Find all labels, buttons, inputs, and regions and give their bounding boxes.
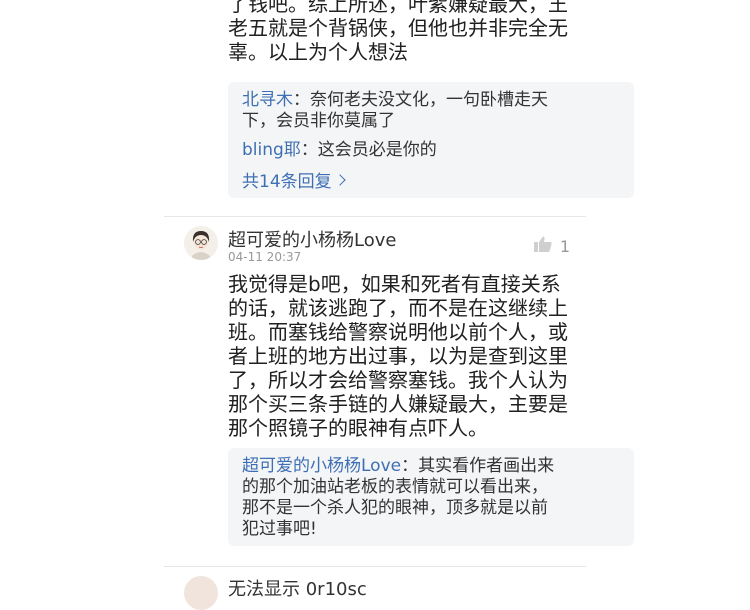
reply-item[interactable]: 北寻木：奈何老夫没文化，一句卧槽走天 [228, 90, 634, 111]
reply-text: ：其实看作者画出来 [401, 456, 555, 476]
divider [164, 216, 586, 217]
text-line: 老五就是个背锅侠，但他也并非完全无 [228, 16, 568, 40]
like-count: 1 [559, 236, 570, 256]
reply-author[interactable]: bling耶 [242, 140, 301, 160]
reply-author[interactable]: 北寻木 [242, 90, 293, 110]
text-line: 了，所以才会给警察塞钱。我个人认为 [228, 368, 568, 392]
text-line: 那个照镜子的眼神有点吓人。 [228, 416, 488, 440]
reply-text: ：这会员必是你的 [300, 140, 437, 160]
text-line: 那个买三条手链的人嫌疑最大，主要是 [228, 392, 568, 416]
comment-username[interactable]: 超可爱的小杨杨Love [228, 226, 396, 252]
reply-box: 超可爱的小杨杨Love：其实看作者画出来 的那个加油站老板的表情就可以看出来， … [228, 448, 634, 546]
avatar[interactable] [184, 576, 218, 610]
avatar[interactable] [184, 226, 218, 260]
reply-text: ：奈何老夫没文化，一句卧槽走天 [293, 90, 548, 110]
text-line: 的话，就该逃跑了，而不是在这继续上 [228, 296, 568, 320]
thumbs-up-icon [533, 236, 552, 256]
comment-time: 04-11 20:37 [228, 250, 302, 264]
text-line: 者上班的地方出过事，以为是查到这里 [228, 344, 568, 368]
reply-text: 那不是一个杀人犯的眼神，顶多就是以前 [242, 498, 548, 518]
reply-text: 下，会员非你莫属了 [242, 111, 395, 131]
reply-author[interactable]: 超可爱的小杨杨Love [242, 456, 401, 476]
next-comment-username[interactable]: 无法显示 0r10sc [228, 575, 367, 601]
reply-item[interactable]: 超可爱的小杨杨Love：其实看作者画出来 [228, 456, 634, 477]
text-line: 班。而塞钱给警察说明他以前个人，或 [228, 320, 568, 344]
previous-comment-text: 了钱吧。综上所述，叶紫嫌疑最大，王 老五就是个背锅侠，但他也并非完全无 辜。以上… [228, 0, 568, 64]
chevron-right-icon [333, 173, 346, 186]
text-line: 我觉得是b吧，如果和死者有直接关系 [228, 272, 561, 296]
text-line: 了钱吧。综上所述，叶紫嫌疑最大，王 [228, 0, 568, 16]
like-button[interactable]: 1 [533, 236, 570, 256]
text-line: 辜。以上为个人想法 [228, 40, 408, 64]
reply-text: 犯过事吧! [242, 519, 317, 539]
divider [164, 566, 586, 567]
reply-item[interactable]: bling耶：这会员必是你的 [228, 140, 634, 161]
comment-column: 了钱吧。综上所述，叶紫嫌疑最大，王 老五就是个背锅侠，但他也并非完全无 辜。以上… [164, 0, 634, 610]
reply-box: 北寻木：奈何老夫没文化，一句卧槽走天 下，会员非你莫属了 bling耶：这会员必… [228, 82, 634, 198]
comment-text: 我觉得是b吧，如果和死者有直接关系 的话，就该逃跑了，而不是在这继续上 班。而塞… [228, 272, 568, 440]
more-replies-label: 共14条回复 [242, 172, 332, 192]
reply-text: 的那个加油站老板的表情就可以看出来， [242, 477, 548, 497]
more-replies-link[interactable]: 共14条回复 [228, 167, 634, 192]
